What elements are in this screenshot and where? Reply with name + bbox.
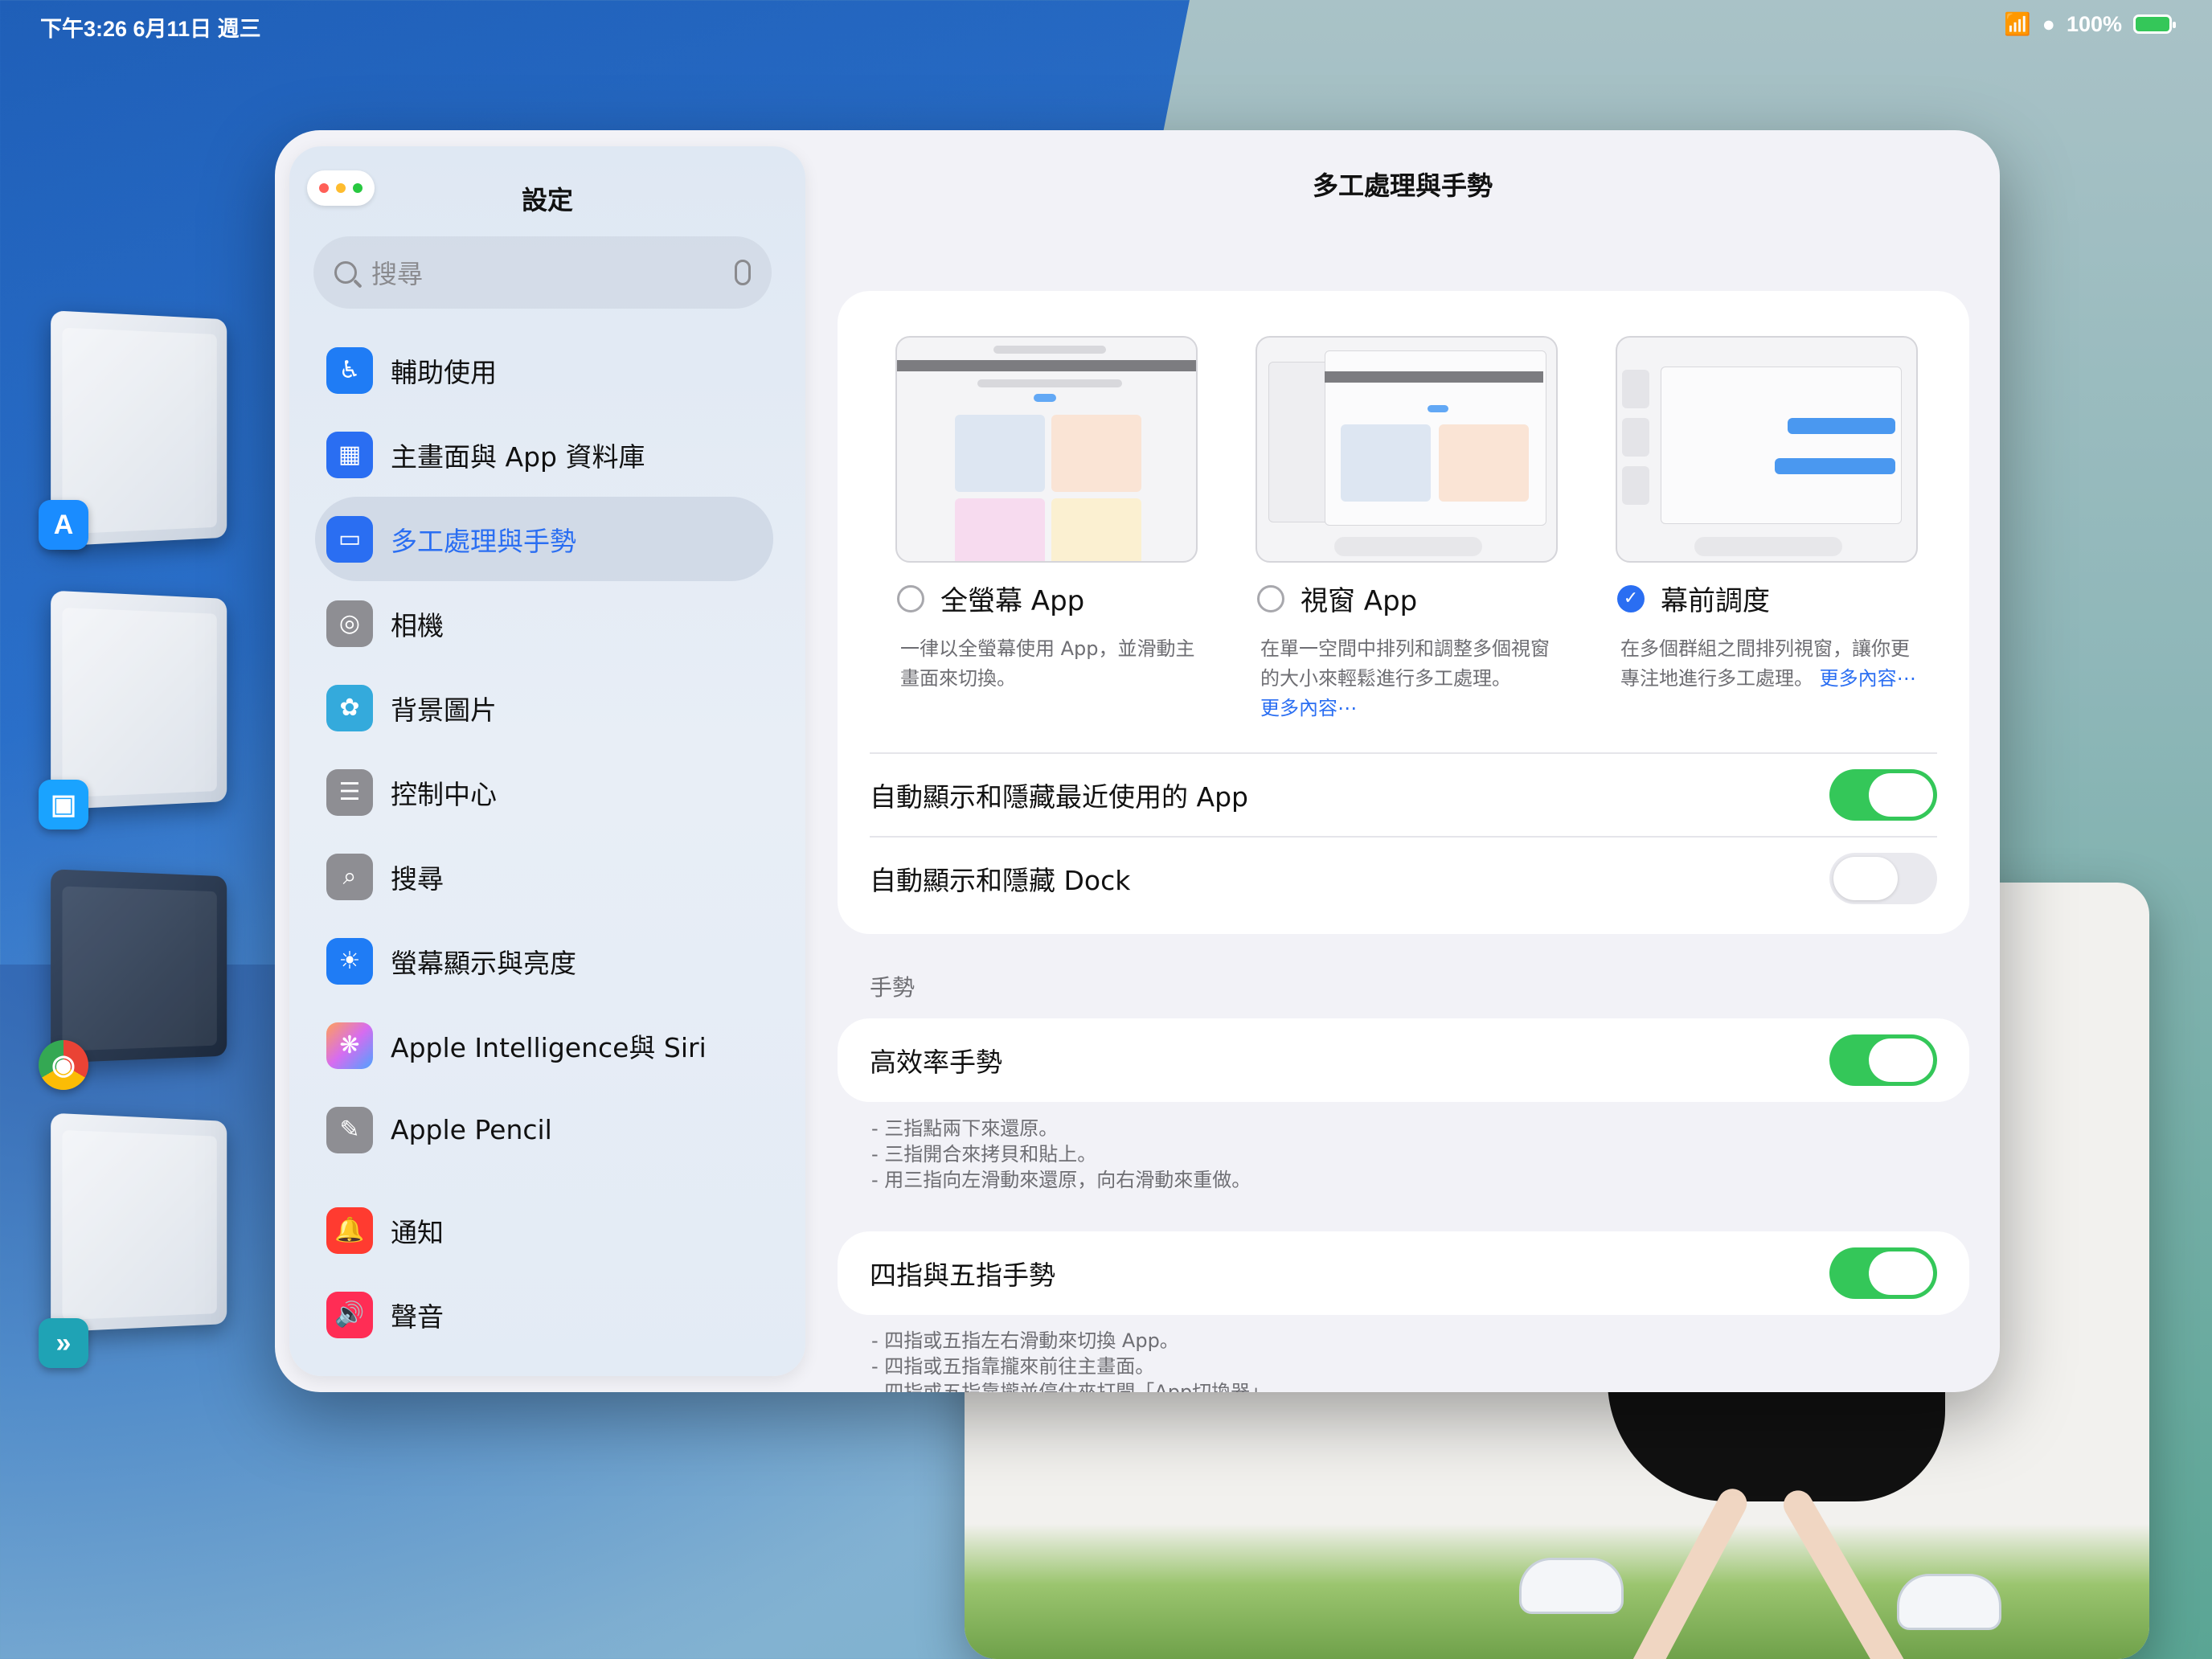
windowed-preview (1256, 336, 1558, 563)
stage-thumbnail-notes-app[interactable] (51, 1113, 227, 1333)
sidebar-title: 設定 (289, 180, 805, 217)
stage-manager-more-link[interactable]: 更多內容⋯ (1820, 667, 1916, 690)
gestures-section-header: 手勢 (870, 970, 915, 1002)
toggle-recent-apps[interactable] (1829, 769, 1937, 821)
sidebar-item-wallpaper[interactable]: ✿ 背景圖片 (315, 666, 773, 750)
pencil-icon: ✎ (326, 1107, 373, 1153)
sidebar-item-sound[interactable]: 🔊 聲音 (315, 1272, 773, 1357)
sound-icon: 🔊 (326, 1292, 373, 1338)
wallpaper-icon: ✿ (326, 685, 373, 731)
radio-fullscreen[interactable] (897, 585, 924, 612)
efficient-gestures-notes: - 三指點兩下來還原。 - 三指開合來拷貝和貼上。 - 用三指向左滑動來還原，向… (871, 1116, 1251, 1193)
efficient-gestures-card: 高效率手勢 (838, 1018, 1969, 1102)
settings-window[interactable]: 設定 搜尋 ♿ 輔助使用 ▦ 主畫面與 App 資料庫 ▭ 多工處理與手勢 ◎ 相機 ✿… (275, 130, 2000, 1392)
illustration-shoe (1897, 1574, 2001, 1630)
stage-thumbnail-chrome[interactable] (51, 869, 227, 1063)
chrome-icon[interactable]: ◉ (39, 1040, 88, 1090)
page-title: 多工處理與手勢 (805, 166, 2000, 203)
four-five-finger-notes: - 四指或五指左右滑動來切換 App。 - 四指或五指靠攏來前往主畫面。 - 四… (871, 1328, 1279, 1392)
status-bar: 下午3:26 6月11日 週三 📶 ● 100% (40, 11, 2172, 43)
control-center-icon: ☰ (326, 769, 373, 816)
sidebar: 設定 搜尋 ♿ 輔助使用 ▦ 主畫面與 App 資料庫 ▭ 多工處理與手勢 ◎ 相機 ✿… (289, 146, 805, 1376)
home-screen-icon: ▦ (326, 432, 373, 478)
illustration-shoe (1519, 1558, 1624, 1614)
option-windowed-apps[interactable]: 視窗 App 在單一空間中排列和調整多個視窗的大小來輕鬆進行多工處理。 更多內容⋯ (1256, 336, 1558, 723)
accessibility-icon: ♿ (326, 347, 373, 394)
toggle-dock[interactable] (1829, 853, 1937, 904)
stage-manager-preview (1616, 336, 1918, 563)
multitasking-icon: ▭ (326, 516, 373, 563)
sidebar-item-camera[interactable]: ◎ 相機 (315, 581, 773, 666)
sidebar-item-apple-intelligence-siri[interactable]: ❋ Apple Intelligence與 Siri (315, 1003, 773, 1088)
fullscreen-preview (895, 336, 1198, 563)
sidebar-item-multitasking[interactable]: ▭ 多工處理與手勢 (315, 497, 773, 581)
option-fullscreen-apps[interactable]: 全螢幕 App 一律以全螢幕使用 App，並滑動主畫面來切換。 (895, 336, 1198, 723)
search-field[interactable]: 搜尋 (313, 236, 772, 309)
stage-thumbnail-apple-store[interactable] (51, 591, 227, 810)
option-stage-manager[interactable]: ✓ 幕前調度 在多個群組之間排列視窗，讓你更專注地進行多工處理。 更多內容⋯ (1616, 336, 1918, 723)
row-auto-dock: 自動顯示和隱藏 Dock (870, 836, 1937, 920)
windowed-more-link[interactable]: 更多內容⋯ (1260, 697, 1357, 719)
sidebar-item-control-center[interactable]: ☰ 控制中心 (315, 750, 773, 834)
radio-stage-manager[interactable]: ✓ (1617, 585, 1645, 612)
toggle-efficient-gestures[interactable] (1829, 1034, 1937, 1086)
status-time-date: 下午3:26 6月11日 週三 (40, 11, 261, 43)
person-icon: ● (2042, 12, 2055, 37)
windowed-description: 在單一空間中排列和調整多個視窗的大小來輕鬆進行多工處理。 (1260, 637, 1550, 690)
radio-windowed[interactable] (1257, 585, 1284, 612)
search-placeholder: 搜尋 (371, 254, 423, 291)
apple-intelligence-icon: ❋ (326, 1022, 373, 1069)
sidebar-list: ♿ 輔助使用 ▦ 主畫面與 App 資料庫 ▭ 多工處理與手勢 ◎ 相機 ✿ 背景圖片 ☰… (315, 328, 773, 1357)
sidebar-item-display-brightness[interactable]: ☀ 螢幕顯示與亮度 (315, 919, 773, 1003)
sidebar-item-notifications[interactable]: 🔔 通知 (315, 1188, 773, 1272)
row-auto-recent-apps: 自動顯示和隱藏最近使用的 App (870, 752, 1937, 836)
shortcut-app-icon[interactable]: » (39, 1318, 88, 1368)
fullscreen-description: 一律以全螢幕使用 App，並滑動主畫面來切換。 (900, 637, 1195, 690)
wifi-icon: 📶 (2004, 11, 2031, 37)
brightness-icon: ☀ (326, 938, 373, 985)
apple-store-icon[interactable]: ▣ (39, 780, 88, 830)
toggle-four-five-finger[interactable] (1829, 1247, 1937, 1299)
search-icon (334, 261, 357, 284)
sidebar-item-accessibility[interactable]: ♿ 輔助使用 (315, 328, 773, 412)
row-efficient-gestures: 高效率手勢 (870, 1018, 1937, 1102)
battery-percent: 100% (2067, 12, 2122, 37)
multitasking-mode-card: 全螢幕 App 一律以全螢幕使用 App，並滑動主畫面來切換。 視窗 App 在… (838, 291, 1969, 934)
camera-icon: ◎ (326, 600, 373, 647)
notifications-icon: 🔔 (326, 1207, 373, 1254)
row-four-five-finger: 四指與五指手勢 (870, 1231, 1937, 1315)
app-store-icon[interactable]: A (39, 500, 88, 550)
sidebar-item-home-screen[interactable]: ▦ 主畫面與 App 資料庫 (315, 412, 773, 497)
microphone-icon[interactable] (735, 260, 751, 285)
four-five-finger-card: 四指與五指手勢 (838, 1231, 1969, 1315)
search-icon: ⌕ (326, 854, 373, 900)
sidebar-item-apple-pencil[interactable]: ✎ Apple Pencil (315, 1088, 773, 1172)
battery-icon (2133, 14, 2172, 34)
sidebar-item-search[interactable]: ⌕ 搜尋 (315, 834, 773, 919)
